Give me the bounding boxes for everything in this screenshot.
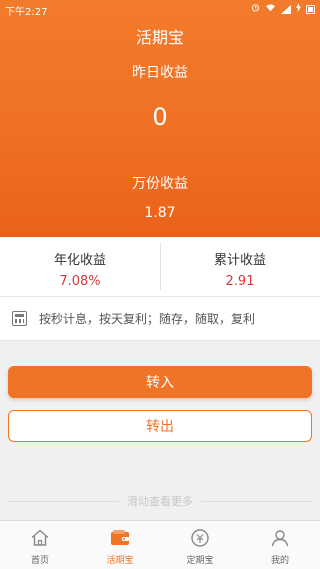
tab-home[interactable]: 首页 (0, 521, 80, 569)
annual-yield-value: 7.08% (59, 274, 101, 289)
scroll-more-hint: 滑动查看更多 (0, 491, 320, 511)
home-icon (29, 527, 51, 549)
tab-profile-label: 我的 (270, 556, 289, 566)
header-hero: 下午2:27 活期宝 昨日收益 0 万份收益 1.87 (0, 0, 320, 237)
tab-current-deposit[interactable]: 活期宝 (80, 521, 160, 569)
transfer-out-button[interactable]: 转出 (8, 410, 312, 442)
stats-panel: 年化收益 7.08% 累计收益 2.91 (0, 237, 320, 297)
per-10k-earnings-label: 万份收益 (132, 176, 188, 192)
wifi-icon (265, 3, 276, 15)
annual-yield-label: 年化收益 (53, 253, 106, 268)
tab-home-label: 首页 (30, 556, 49, 566)
bottom-tab-bar: 首页 活期宝 定期宝 我的 (0, 520, 320, 569)
status-time: 下午2:27 (5, 7, 48, 18)
page-title: 活期宝 (135, 28, 184, 47)
tab-current-deposit-label: 活期宝 (106, 556, 134, 566)
yesterday-earnings-label: 昨日收益 (132, 65, 188, 81)
total-earnings: 累计收益 2.91 (160, 237, 320, 296)
status-icons (251, 3, 315, 15)
tab-fixed-deposit[interactable]: 定期宝 (160, 521, 240, 569)
tab-profile[interactable]: 我的 (240, 521, 320, 569)
battery-icon (306, 4, 315, 14)
interest-rule: 按秒计息，按天复利；随存，随取，复利 (0, 297, 320, 341)
total-earnings-value: 2.91 (225, 274, 255, 289)
tab-fixed-deposit-label: 定期宝 (186, 556, 214, 566)
yesterday-earnings-value: 0 (152, 103, 168, 131)
calculator-icon (12, 311, 27, 326)
per-10k-earnings-value: 1.87 (144, 205, 176, 221)
total-earnings-label: 累计收益 (213, 253, 266, 268)
profile-icon (269, 527, 291, 549)
fixed-deposit-icon (189, 527, 211, 549)
interest-rule-text: 按秒计息，按天复利；随存，随取，复利 (39, 312, 256, 326)
scroll-more-text: 滑动查看更多 (127, 495, 193, 508)
wallet-icon (109, 527, 131, 549)
signal-icon (281, 4, 291, 14)
status-bar: 下午2:27 (0, 0, 320, 18)
charging-icon (296, 3, 301, 15)
alarm-icon (251, 3, 260, 15)
transfer-in-button[interactable]: 转入 (8, 366, 312, 398)
annual-yield: 年化收益 7.08% (0, 237, 160, 296)
